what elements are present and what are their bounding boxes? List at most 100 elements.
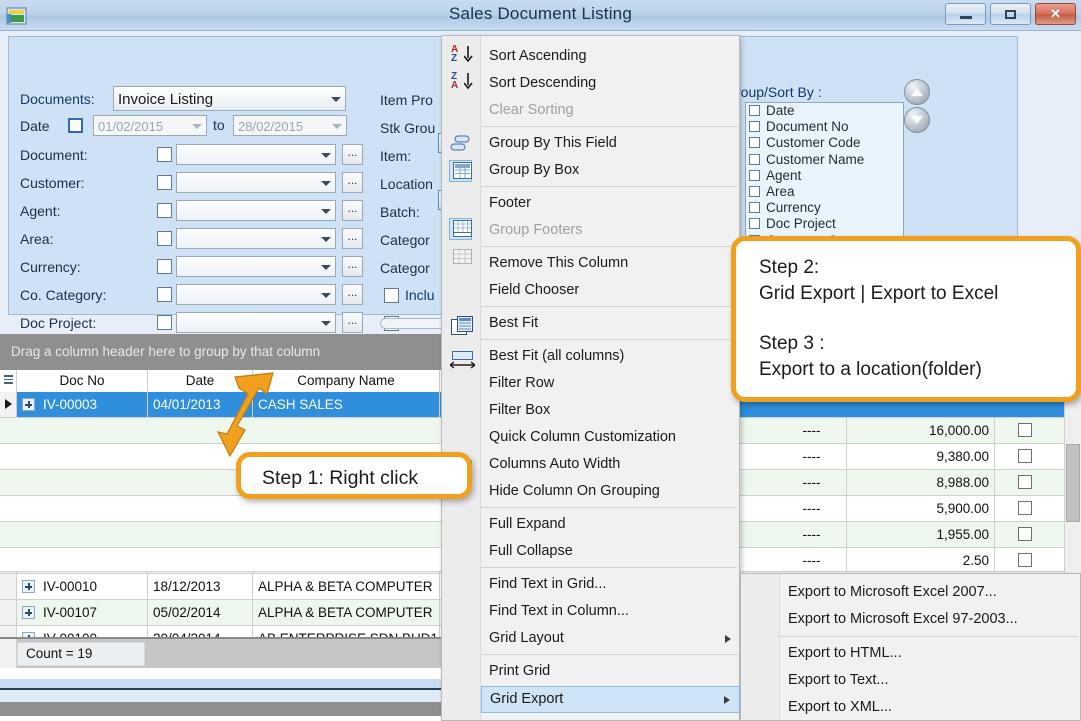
menu-item-full-collapse[interactable]: Full Collapse [481, 538, 740, 565]
menu-item-remove-this-column[interactable]: Remove This Column [481, 250, 740, 277]
row-checkbox[interactable] [1018, 501, 1032, 515]
include-checkbox[interactable] [384, 288, 399, 303]
filter-select-currency[interactable] [176, 256, 336, 277]
menu-item-export-html[interactable]: Export to HTML... [780, 640, 1080, 667]
documents-label: Documents: [20, 91, 95, 107]
close-button[interactable]: ✕ [1035, 3, 1076, 25]
row-checkbox[interactable] [1018, 449, 1032, 463]
column-header-date[interactable]: Date [148, 370, 253, 392]
column-header-doc-no[interactable]: Doc No [17, 370, 148, 392]
menu-item-export-excel-97-2003[interactable]: Export to Microsoft Excel 97-2003... [780, 606, 1080, 633]
row-expander-icon[interactable] [22, 580, 35, 593]
maximize-button[interactable] [990, 3, 1031, 25]
browse-button-agent[interactable]: ... [342, 200, 363, 221]
filter-select-document[interactable] [176, 144, 336, 165]
menu-item-best-fit[interactable]: Best Fit [481, 310, 740, 337]
browse-button-doc-project[interactable]: ... [342, 312, 363, 333]
date-to-input[interactable]: 28/02/2015 [233, 115, 347, 136]
date-checkbox[interactable] [68, 118, 83, 133]
group-sort-item[interactable]: Date [746, 103, 903, 119]
cell-date: 04/01/2013 [148, 392, 253, 417]
chevron-down-icon [331, 97, 341, 102]
menu-item-grid-layout[interactable]: Grid Layout [481, 625, 740, 652]
row-checkbox[interactable] [1018, 475, 1032, 489]
move-down-button[interactable] [904, 107, 930, 133]
move-up-button[interactable] [904, 79, 930, 105]
group-sort-item[interactable]: Currency [746, 200, 903, 216]
chevron-down-icon [332, 124, 342, 129]
menu-item-grid-export[interactable]: Grid Export [481, 686, 740, 713]
minimize-button[interactable] [945, 3, 986, 25]
browse-button-customer[interactable]: ... [342, 172, 363, 193]
filter-select-area[interactable] [176, 228, 336, 249]
row-checkbox[interactable] [1018, 527, 1032, 541]
checkbox-icon[interactable] [749, 170, 760, 181]
menu-item-field-chooser[interactable]: Field Chooser [481, 277, 740, 304]
group-by-box-icon [453, 162, 475, 182]
filter-checkbox-currency[interactable] [157, 259, 172, 274]
menu-separator [481, 339, 737, 340]
menu-item-footer[interactable]: Footer [481, 190, 740, 217]
checkbox-icon[interactable] [749, 186, 760, 197]
group-sort-item[interactable]: Customer Name [746, 152, 903, 168]
filter-select-co-category[interactable] [176, 284, 336, 305]
callout-step-1: Step 1: Right click [236, 452, 472, 499]
grid-select-all-indicator[interactable] [0, 370, 17, 392]
filter-checkbox-document[interactable] [157, 147, 172, 162]
menu-item-print-grid[interactable]: Print Grid [481, 658, 740, 685]
menu-item-best-fit-all-columns[interactable]: Best Fit (all columns) [481, 343, 740, 370]
column-header-company-name[interactable]: Company Name [253, 370, 440, 392]
row-checkbox[interactable] [1018, 553, 1032, 567]
checkbox-icon[interactable] [749, 105, 760, 116]
group-sort-item[interactable]: Agent [746, 168, 903, 184]
group-sort-item[interactable]: Document No [746, 119, 903, 135]
group-sort-item[interactable]: Customer Code [746, 135, 903, 151]
menu-item-group-by-box[interactable]: Group By Box [481, 157, 740, 184]
menu-item-find-text-in-grid[interactable]: Find Text in Grid... [481, 571, 740, 598]
date-from-input[interactable]: 01/02/2015 [93, 115, 207, 136]
group-sort-item[interactable]: Area [746, 184, 903, 200]
menu-item-export-text[interactable]: Export to Text... [780, 667, 1080, 694]
row-checkbox[interactable] [1018, 423, 1032, 437]
filter-select-agent[interactable] [176, 200, 336, 221]
menu-item-filter-row[interactable]: Filter Row [481, 370, 740, 397]
menu-item-find-text-in-column[interactable]: Find Text in Column... [481, 598, 740, 625]
filter-checkbox-co-category[interactable] [157, 287, 172, 302]
menu-item-export-xml[interactable]: Export to XML... [780, 694, 1080, 721]
checkbox-icon[interactable] [749, 137, 760, 148]
row-expander-icon[interactable] [22, 398, 35, 411]
browse-button-co-category[interactable]: ... [342, 284, 363, 305]
filter-select-doc-project[interactable] [176, 312, 336, 333]
filter-select-customer[interactable] [176, 172, 336, 193]
browse-button-currency[interactable]: ... [342, 256, 363, 277]
checkbox-icon[interactable] [749, 218, 760, 229]
row-expander-icon[interactable] [22, 606, 35, 619]
menu-item-sort-ascending[interactable]: Sort Ascending [481, 43, 740, 70]
menu-item-group-by-this-field[interactable]: Group By This Field [481, 130, 740, 157]
row-indicator [0, 392, 17, 417]
browse-button-document[interactable]: ... [342, 144, 363, 165]
menu-item-sort-descending[interactable]: Sort Descending [481, 70, 740, 97]
checkbox-icon[interactable] [749, 154, 760, 165]
menu-item-hide-column-on-grouping[interactable]: Hide Column On Grouping [481, 478, 740, 505]
cell-date: 05/02/2014 [148, 600, 253, 625]
filter-checkbox-agent[interactable] [157, 203, 172, 218]
menu-item-quick-column-customization[interactable]: Quick Column Customization [481, 424, 740, 451]
menu-item-filter-box[interactable]: Filter Box [481, 397, 740, 424]
scrollbar-thumb[interactable] [1066, 444, 1080, 522]
filter-checkbox-doc-project[interactable] [157, 315, 172, 330]
menu-item-columns-auto-width[interactable]: Columns Auto Width [481, 451, 740, 478]
documents-select[interactable]: Invoice Listing [113, 86, 346, 111]
filter-checkbox-area[interactable] [157, 231, 172, 246]
group-sort-item[interactable]: Doc Project [746, 216, 903, 232]
menu-item-full-expand[interactable]: Full Expand [481, 511, 740, 538]
filter-checkbox-customer[interactable] [157, 175, 172, 190]
cell-amount: 5,900.00 [847, 496, 995, 521]
group-sort-item-label: Customer Name [766, 152, 864, 167]
menu-item-grid-export-label: Grid Export [490, 691, 563, 707]
menu-item-export-excel-2007[interactable]: Export to Microsoft Excel 2007... [780, 579, 1080, 606]
checkbox-icon[interactable] [749, 121, 760, 132]
checkbox-icon[interactable] [749, 202, 760, 213]
browse-button-area[interactable]: ... [342, 228, 363, 249]
chevron-down-icon [192, 124, 202, 129]
